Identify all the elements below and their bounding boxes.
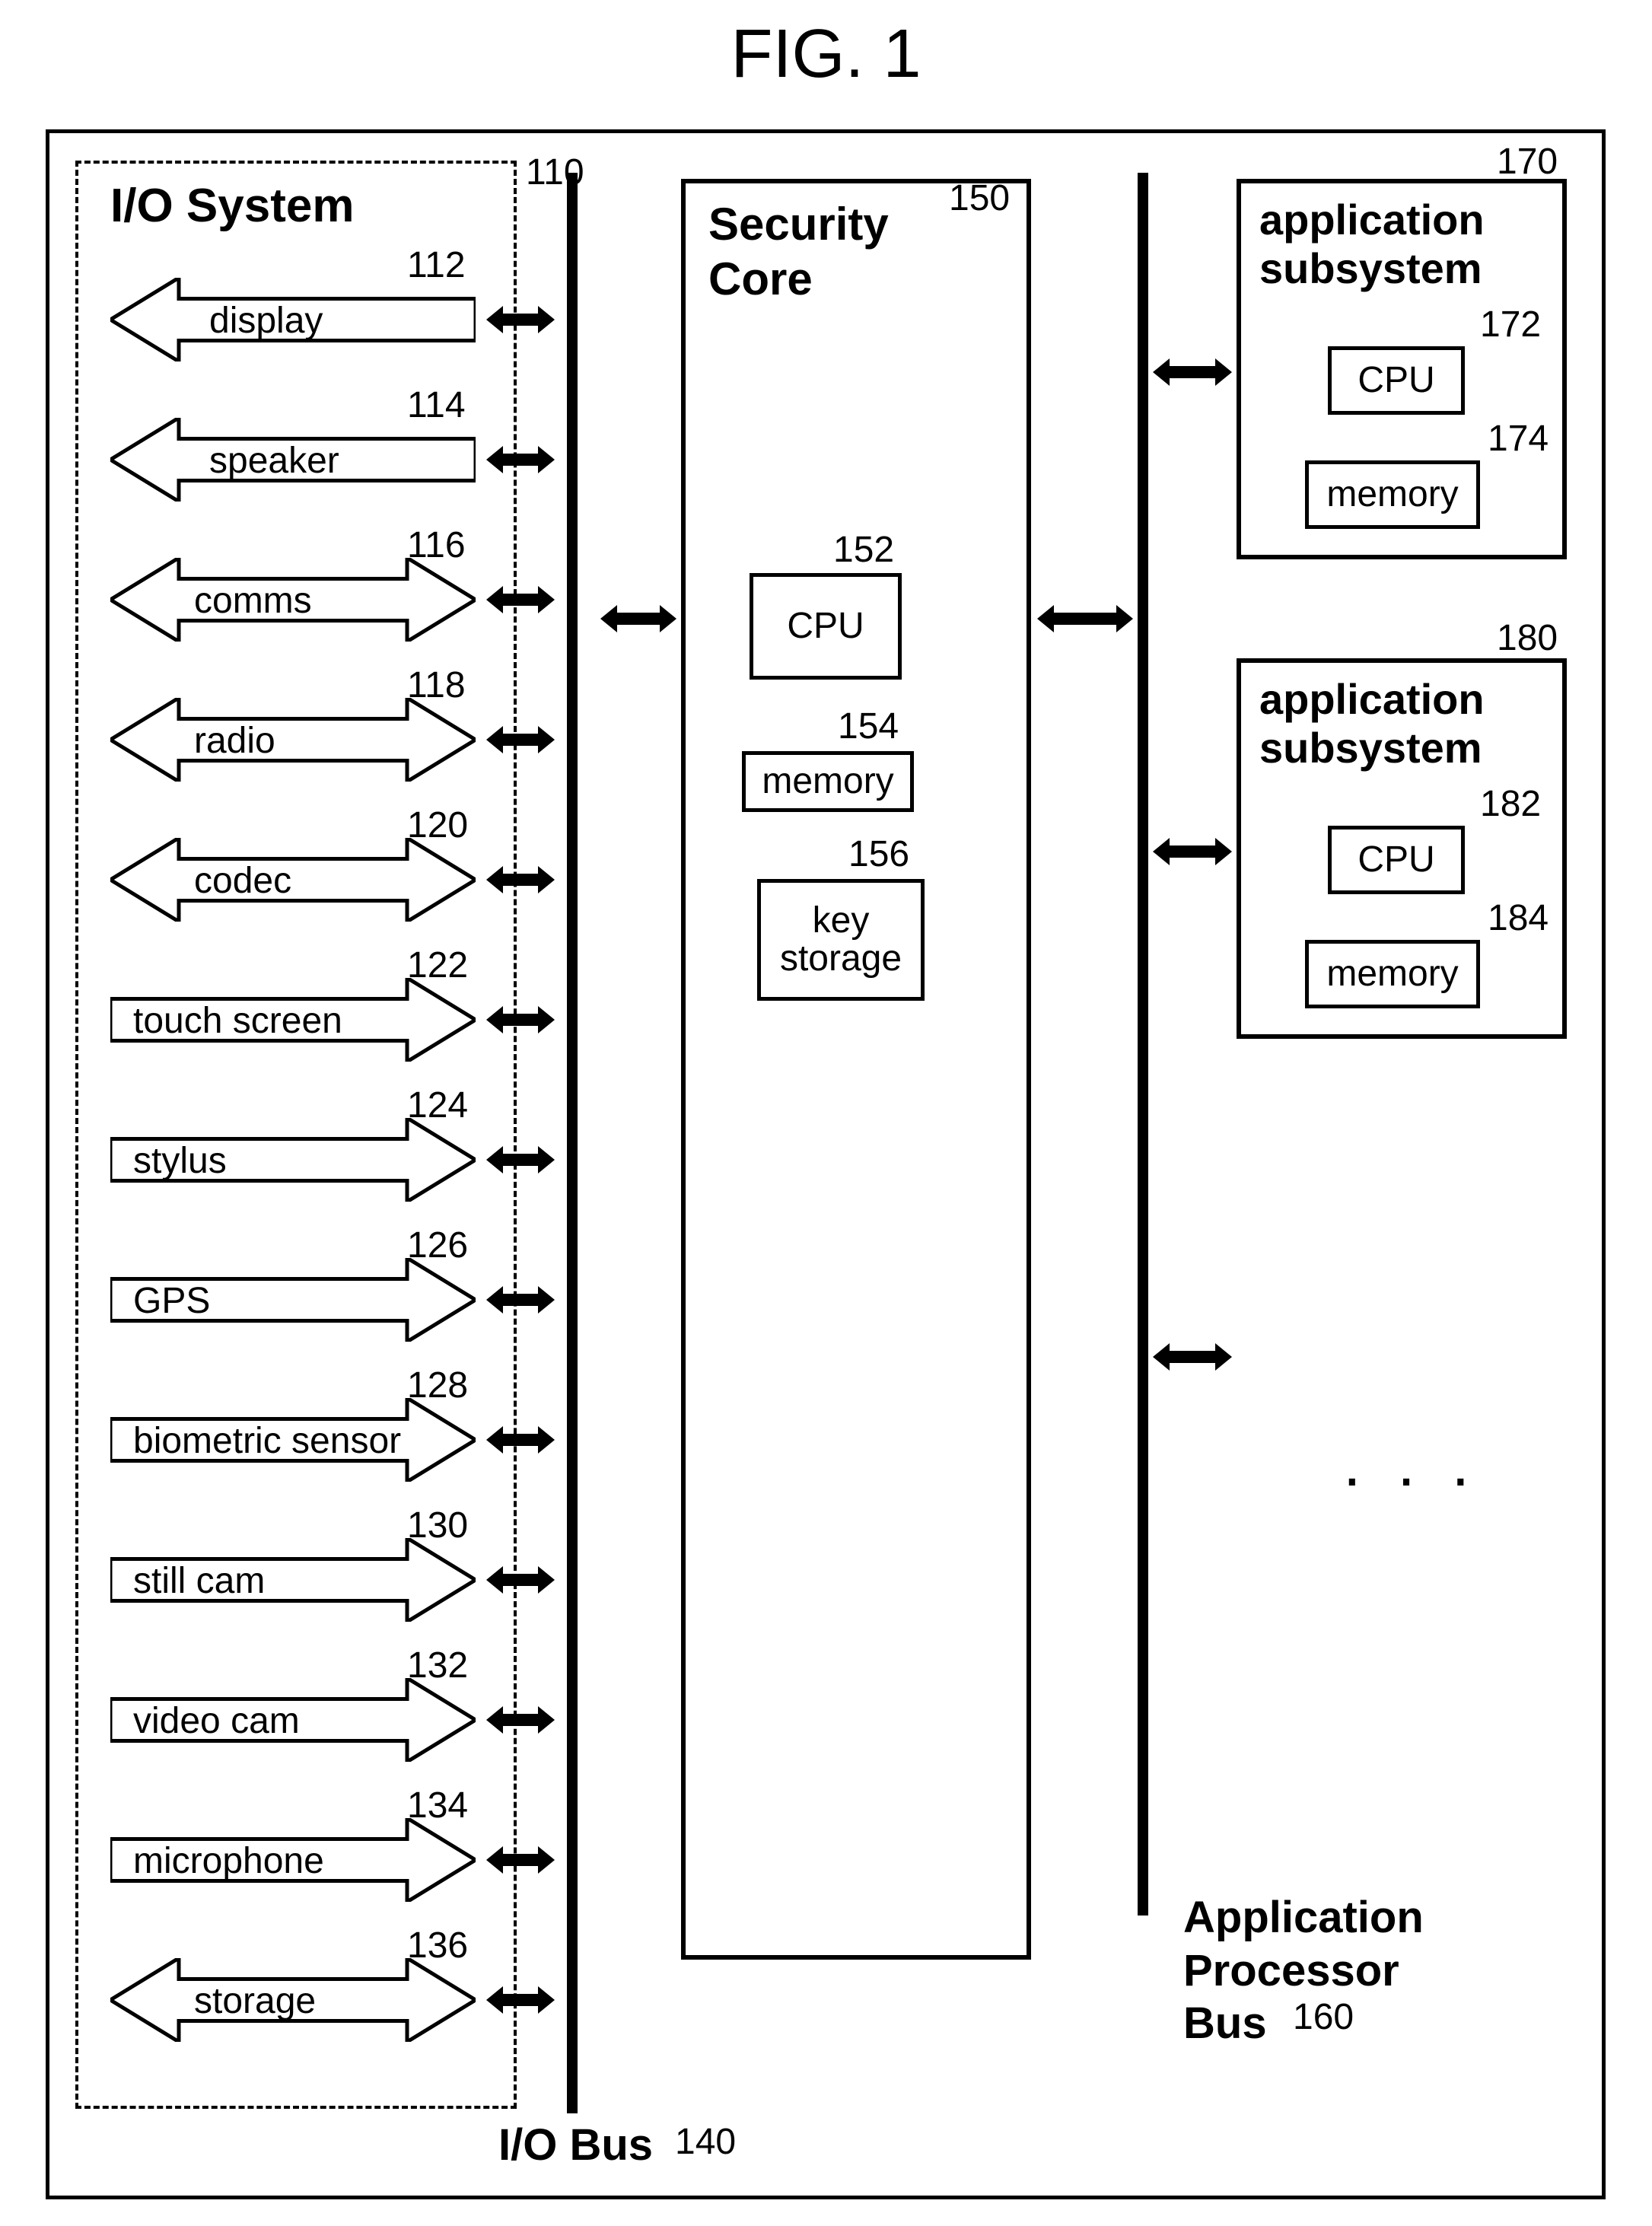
app1-memory-label: memory bbox=[1326, 476, 1458, 514]
ref-app1-cpu: 172 bbox=[1480, 304, 1541, 346]
io-bus-bar bbox=[567, 173, 578, 2113]
io-system-title: I/O System bbox=[110, 179, 354, 233]
ref-app2-memory: 184 bbox=[1488, 897, 1549, 939]
ref-app-subsystem-2: 180 bbox=[1497, 617, 1558, 659]
conn-device-iobus bbox=[486, 586, 555, 617]
app-subsystem-1-title-text: application subsystem bbox=[1259, 196, 1485, 292]
conn-device-iobus bbox=[486, 306, 555, 337]
diagram-outer-box: I/O System 110 I/O Bus 140 Application P… bbox=[46, 129, 1606, 2199]
io-device-label: speaker bbox=[209, 440, 339, 482]
conn-device-iobus bbox=[486, 1846, 555, 1877]
app1-memory-box: memory bbox=[1305, 460, 1480, 529]
io-device-label: GPS bbox=[133, 1280, 210, 1322]
app-subsystem-1-title: application subsystem bbox=[1259, 196, 1485, 294]
conn-device-iobus bbox=[486, 1706, 555, 1737]
ref-app-bus: 160 bbox=[1293, 1996, 1354, 2038]
ref-io-device: 118 bbox=[407, 664, 466, 706]
security-cpu-label: CPU bbox=[787, 607, 864, 645]
ref-app-subsystem-1: 170 bbox=[1497, 141, 1558, 183]
ref-io-device: 134 bbox=[407, 1785, 468, 1826]
ref-security-memory: 154 bbox=[838, 705, 899, 747]
ref-io-device: 136 bbox=[407, 1925, 468, 1966]
security-core-title-text: Security Core bbox=[708, 199, 889, 304]
ref-io-device: 126 bbox=[407, 1224, 468, 1266]
conn-iobus-seccore bbox=[600, 605, 676, 632]
ref-io-device: 124 bbox=[407, 1084, 468, 1126]
ref-io-bus: 140 bbox=[675, 2121, 736, 2163]
security-memory-label: memory bbox=[762, 763, 893, 801]
conn-device-iobus bbox=[486, 1566, 555, 1597]
io-device-label: biometric sensor bbox=[133, 1420, 401, 1462]
io-device-label: video cam bbox=[133, 1700, 300, 1742]
conn-device-iobus bbox=[486, 726, 555, 757]
app-subsystem-2-title-text: application subsystem bbox=[1259, 675, 1485, 772]
ref-io-device: 120 bbox=[407, 804, 468, 846]
app1-cpu-box: CPU bbox=[1328, 346, 1465, 415]
ref-app1-memory: 174 bbox=[1488, 418, 1549, 460]
io-device-label: stylus bbox=[133, 1140, 227, 1182]
ellipsis: . . . bbox=[1343, 1427, 1479, 1502]
ref-io-device: 130 bbox=[407, 1505, 468, 1546]
security-core-box bbox=[681, 179, 1031, 1960]
conn-device-iobus bbox=[486, 1986, 555, 2017]
io-device-label: comms bbox=[194, 580, 312, 622]
conn-seccore-appbus bbox=[1037, 605, 1133, 632]
conn-device-iobus bbox=[486, 1286, 555, 1317]
security-core-title: Security Core bbox=[708, 197, 889, 307]
io-device-label: storage bbox=[194, 1980, 316, 2022]
conn-device-iobus bbox=[486, 1146, 555, 1177]
io-device-label: display bbox=[209, 300, 323, 342]
ref-io-device: 132 bbox=[407, 1645, 468, 1686]
app2-memory-box: memory bbox=[1305, 940, 1480, 1008]
io-device-label: touch screen bbox=[133, 1000, 342, 1042]
app-bus-bar bbox=[1138, 173, 1148, 1916]
conn-device-iobus bbox=[486, 446, 555, 477]
app1-cpu-label: CPU bbox=[1358, 361, 1434, 400]
security-cpu-box: CPU bbox=[750, 573, 902, 680]
app2-cpu-label: CPU bbox=[1358, 841, 1434, 879]
io-device-arrow-radio bbox=[110, 698, 476, 785]
ref-security-keystorage: 156 bbox=[848, 833, 909, 875]
security-memory-box: memory bbox=[742, 751, 914, 812]
app-subsystem-2-title: application subsystem bbox=[1259, 675, 1485, 773]
io-device-arrow-codec bbox=[110, 838, 476, 925]
ref-security-cpu: 152 bbox=[833, 529, 894, 571]
conn-appbus-ellipsis bbox=[1153, 1343, 1232, 1371]
ref-security-core: 150 bbox=[949, 177, 1010, 219]
figure-title: FIG. 1 bbox=[0, 15, 1652, 94]
io-device-label: microphone bbox=[133, 1840, 324, 1882]
conn-device-iobus bbox=[486, 1006, 555, 1037]
io-bus-label: I/O Bus bbox=[498, 2119, 653, 2170]
conn-appbus-app1 bbox=[1153, 358, 1232, 386]
security-keystorage-label: key storage bbox=[780, 902, 902, 979]
io-device-label: radio bbox=[194, 720, 275, 762]
ref-io-device: 112 bbox=[407, 244, 466, 286]
ref-io-device: 128 bbox=[407, 1365, 468, 1406]
ref-io-device: 116 bbox=[407, 524, 466, 566]
conn-device-iobus bbox=[486, 1426, 555, 1457]
io-device-label: codec bbox=[194, 860, 291, 902]
conn-device-iobus bbox=[486, 866, 555, 897]
conn-appbus-app2 bbox=[1153, 838, 1232, 865]
app2-cpu-box: CPU bbox=[1328, 826, 1465, 894]
ref-io-device: 122 bbox=[407, 944, 468, 986]
io-device-label: still cam bbox=[133, 1560, 265, 1602]
ref-io-device: 114 bbox=[407, 384, 466, 426]
app2-memory-label: memory bbox=[1326, 955, 1458, 993]
security-keystorage-box: key storage bbox=[757, 879, 925, 1001]
ref-app2-cpu: 182 bbox=[1480, 783, 1541, 825]
